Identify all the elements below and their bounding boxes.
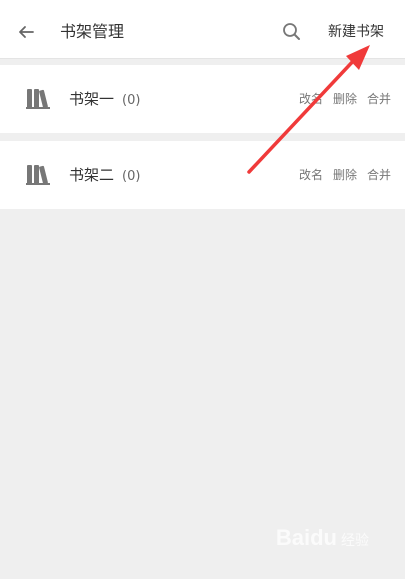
shelf-row[interactable]: 书架一 (0) 改名 删除 合并 (0, 65, 405, 133)
search-icon[interactable] (280, 20, 304, 44)
delete-button[interactable]: 删除 (333, 168, 357, 182)
shelf-name: 书架二 (0) (69, 166, 141, 184)
new-shelf-button[interactable]: 新建书架 (328, 22, 384, 42)
shelf-count: (0) (122, 93, 141, 108)
shelf-count: (0) (122, 169, 141, 184)
bookshelf-icon (26, 165, 50, 185)
shelf-name: 书架一 (0) (69, 90, 141, 108)
baidu-watermark: Baidu 经验 (275, 525, 369, 550)
rename-button[interactable]: 改名 (299, 168, 323, 182)
merge-button[interactable]: 合并 (367, 92, 391, 106)
merge-button[interactable]: 合并 (367, 168, 391, 182)
top-bar: 书架管理 新建书架 (0, 0, 405, 59)
rename-button[interactable]: 改名 (299, 92, 323, 106)
shelf-actions: 改名 删除 合并 (289, 91, 391, 107)
back-arrow-icon[interactable] (14, 20, 38, 44)
shelf-row[interactable]: 书架二 (0) 改名 删除 合并 (0, 141, 405, 209)
page-title: 书架管理 (60, 22, 125, 41)
shelf-actions: 改名 删除 合并 (289, 167, 391, 183)
bookshelf-icon (26, 89, 50, 109)
delete-button[interactable]: 删除 (333, 92, 357, 106)
